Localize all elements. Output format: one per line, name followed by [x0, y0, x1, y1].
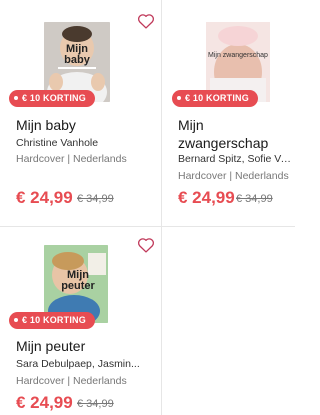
product-card-mijn-baby[interactable]: Mijn baby € 10 KORTING Mijn baby Christi… [0, 0, 162, 227]
heart-icon[interactable] [137, 237, 155, 253]
product-format: Hardcover | Nederlands [178, 170, 289, 182]
product-title[interactable]: Mijn zwangerschap [178, 116, 268, 152]
discount-badge-label: € 10 KORTING [22, 93, 86, 103]
product-old-price: € 34,99 [236, 193, 273, 205]
discount-badge-label: € 10 KORTING [22, 315, 86, 325]
product-price: € 24,99 [178, 188, 235, 207]
product-card-mijn-zwangerschap[interactable]: Mijn zwangerschap € 10 KORTING Mijn zwan… [162, 0, 295, 227]
product-author[interactable]: Christine Vanhole [16, 137, 156, 149]
heart-icon[interactable] [137, 13, 155, 29]
discount-badge: € 10 KORTING [9, 312, 95, 329]
product-title[interactable]: Mijn baby [16, 116, 76, 134]
cover-title: Mijn baby [64, 43, 90, 66]
product-old-price: € 34,99 [77, 193, 114, 205]
empty-grid-cell [162, 227, 295, 415]
product-format: Hardcover | Nederlands [16, 153, 127, 165]
cover-title: Mijn zwangerschap [208, 52, 268, 59]
product-format: Hardcover | Nederlands [16, 375, 127, 387]
product-card-mijn-peuter[interactable]: Mijn peuter € 10 KORTING Mijn peuter Sar… [0, 227, 162, 415]
product-title[interactable]: Mijn peuter [16, 337, 85, 355]
discount-badge: € 10 KORTING [9, 90, 95, 107]
product-price: € 24,99 [16, 393, 73, 412]
cover-title: Mijn peuter [61, 269, 95, 292]
discount-badge: € 10 KORTING [172, 90, 258, 107]
product-author[interactable]: Sara Debulpaep, Jasmin... [16, 358, 156, 370]
product-price: € 24,99 [16, 188, 73, 207]
discount-badge-label: € 10 KORTING [185, 93, 249, 103]
product-author[interactable]: Bernard Spitz, Sofie Van... [178, 153, 295, 165]
product-old-price: € 34,99 [77, 398, 114, 410]
product-grid: Mijn baby € 10 KORTING Mijn baby Christi… [0, 0, 295, 415]
